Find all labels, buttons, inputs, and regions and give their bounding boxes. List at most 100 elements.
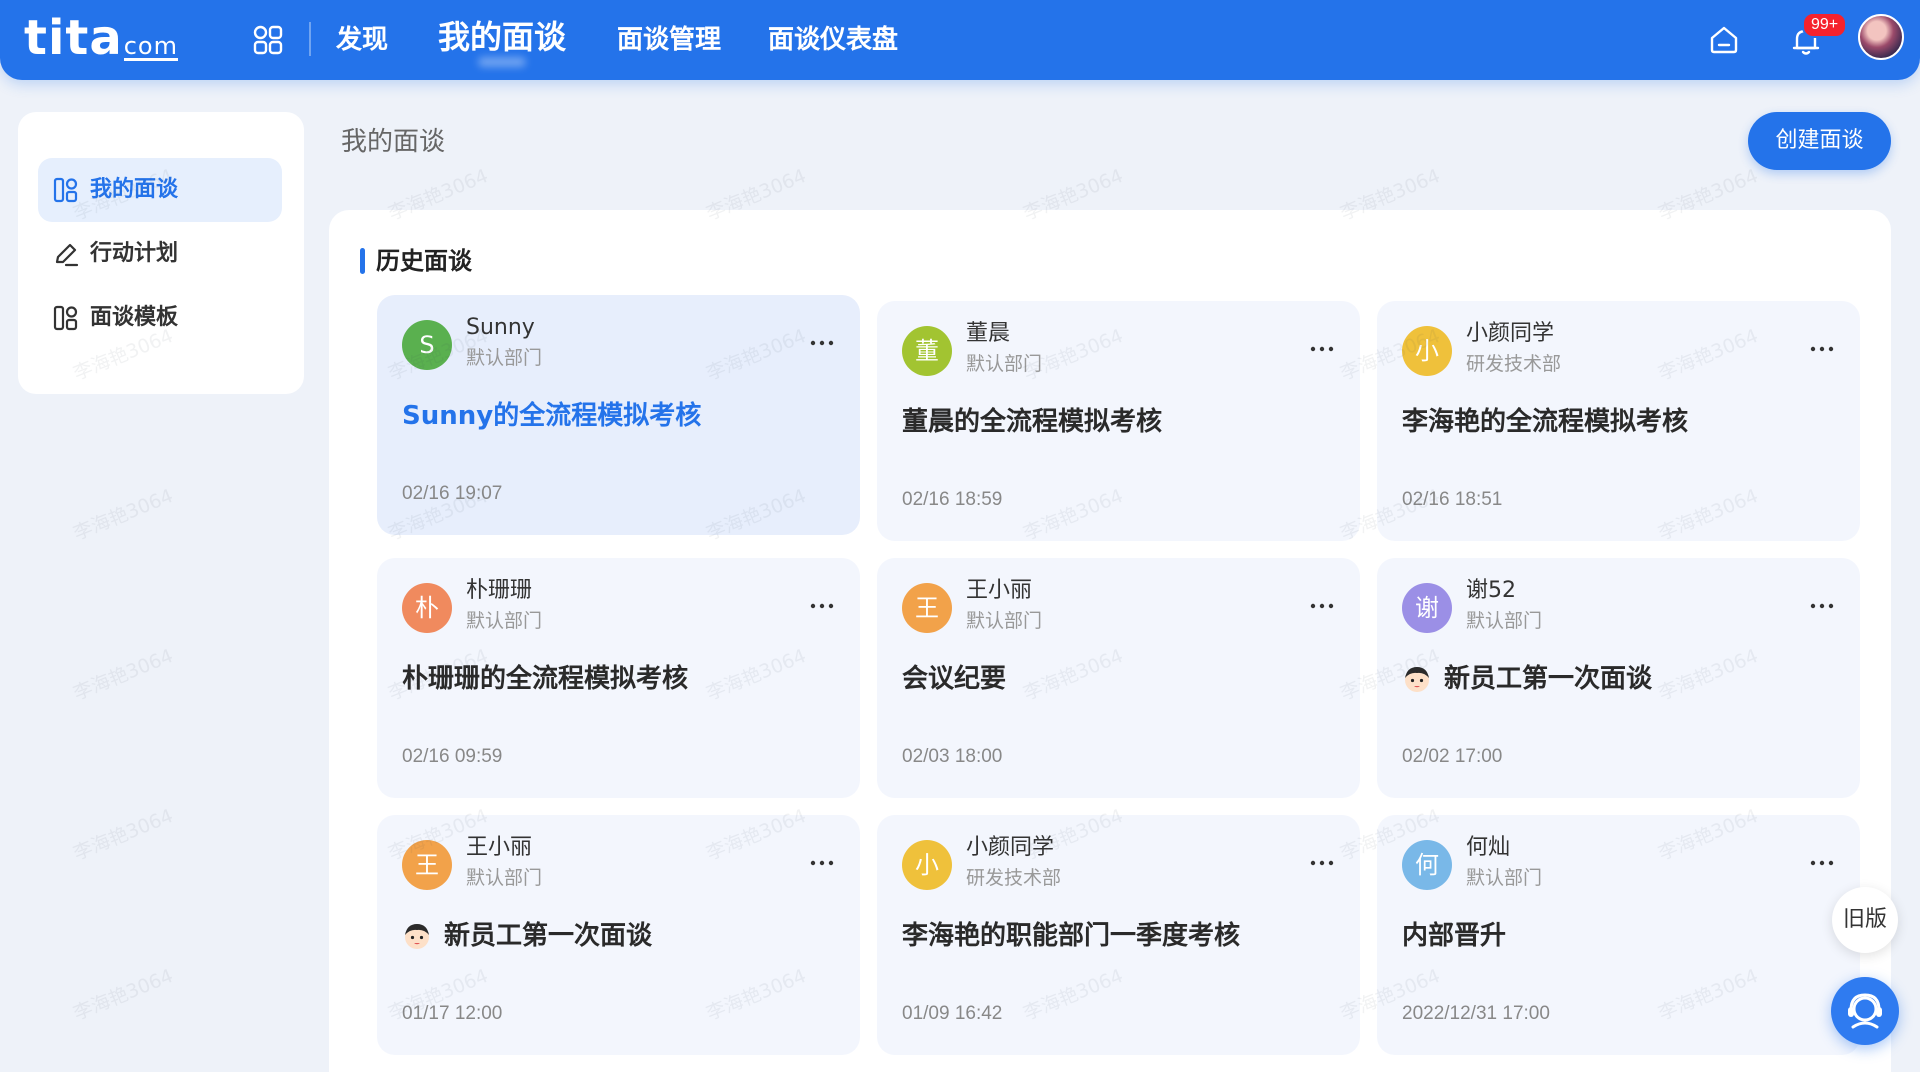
more-options-icon[interactable]	[807, 335, 837, 351]
interviewee-name: 王小丽	[466, 835, 533, 860]
old-version-button[interactable]: 旧版	[1832, 887, 1898, 953]
interview-time: 01/17 12:00	[402, 1003, 503, 1024]
pencil-icon	[55, 243, 79, 267]
watermark-text: 李海艳3064	[70, 804, 177, 865]
interviewee-name: 小颜同学	[966, 835, 1055, 860]
sidebar-item-label: 行动计划	[90, 241, 179, 266]
interview-time: 02/02 17:00	[1402, 746, 1503, 767]
interviewee-name: 何灿	[1466, 835, 1511, 860]
avatar: 董	[902, 326, 952, 376]
interview-title: 朴珊珊的全流程模拟考核	[402, 661, 688, 697]
watermark-text: 李海艳3064	[70, 484, 177, 545]
avatar: 小	[1402, 326, 1452, 376]
interview-card[interactable]: 谢 谢52 默认部门 新员工第一次面谈 02/02 17:00	[1377, 558, 1860, 798]
department: 默认部门	[966, 610, 1043, 632]
top-navigation-bar: titacom 发现 我的面谈 面谈管理 面谈仪表盘 99+	[0, 0, 1920, 80]
section-title: 历史面谈	[376, 247, 472, 275]
apps-grid-icon[interactable]	[252, 24, 284, 56]
new-employee-emoji-icon	[1405, 667, 1429, 692]
interview-card[interactable]: S Sunny 默认部门 Sunny的全流程模拟考核 02/16 19:07	[377, 295, 860, 535]
interviewee-name: 朴珊珊	[466, 578, 533, 603]
sidebar-item-action-plan[interactable]: 行动计划	[38, 222, 282, 286]
interview-title-text: 会议纪要	[902, 664, 1007, 694]
interview-title: 会议纪要	[902, 661, 1006, 697]
nav-discover[interactable]: 发现	[336, 20, 388, 60]
grid-icon	[53, 305, 78, 331]
more-options-icon[interactable]	[1307, 855, 1337, 871]
nav-interview-management[interactable]: 面谈管理	[617, 20, 721, 60]
watermark-text: 李海艳3064	[70, 964, 177, 1025]
interview-title: 李海艳的全流程模拟考核	[1402, 404, 1688, 440]
more-options-icon[interactable]	[1807, 855, 1837, 871]
more-options-icon[interactable]	[1807, 598, 1837, 614]
interview-title: 内部晋升	[1402, 918, 1506, 954]
interviewee-name: 小颜同学	[1466, 321, 1555, 346]
new-employee-emoji-icon	[405, 924, 429, 949]
sidebar-item-label: 我的面谈	[90, 177, 179, 202]
interview-time: 02/16 19:07	[402, 483, 503, 504]
nav-my-interviews[interactable]: 我的面谈	[438, 17, 566, 57]
interview-title-text: 李海艳的职能部门一季度考核	[902, 921, 1241, 951]
interview-title: Sunny的全流程模拟考核	[402, 398, 701, 434]
notification-count-badge: 99+	[1802, 12, 1848, 38]
nav-divider	[309, 22, 311, 56]
sidebar-item-interview-templates[interactable]: 面谈模板	[38, 286, 282, 350]
sidebar: 我的面谈 行动计划 面谈模板	[18, 112, 304, 394]
interview-card[interactable]: 董 董晨 默认部门 董晨的全流程模拟考核 02/16 18:59	[877, 301, 1360, 541]
interview-time: 02/16 09:59	[402, 746, 503, 767]
interview-card[interactable]: 王 王小丽 默认部门 新员工第一次面谈 01/17 12:00	[377, 815, 860, 1055]
avatar: S	[402, 320, 452, 370]
interview-time: 02/03 18:00	[902, 746, 1003, 767]
interview-title-text: 李海艳的全流程模拟考核	[1402, 407, 1689, 437]
more-options-icon[interactable]	[807, 855, 837, 871]
interview-time: 01/09 16:42	[902, 1003, 1003, 1024]
create-interview-button[interactable]: 创建面谈	[1748, 112, 1891, 170]
department: 默认部门	[466, 347, 543, 369]
interview-title-text: 朴珊珊的全流程模拟考核	[402, 664, 689, 694]
page-title: 我的面谈	[341, 127, 446, 157]
sidebar-item-my-interviews[interactable]: 我的面谈	[38, 158, 282, 222]
interview-title: 新员工第一次面谈	[402, 918, 652, 954]
interview-card[interactable]: 小 小颜同学 研发技术部 李海艳的全流程模拟考核 02/16 18:51	[1377, 301, 1860, 541]
section-accent-bar	[360, 248, 365, 274]
logo-main: tita	[24, 10, 123, 66]
customer-service-icon	[1848, 993, 1882, 1029]
interview-time: 2022/12/31 17:00	[1402, 1003, 1550, 1024]
interview-card[interactable]: 何 何灿 默认部门 内部晋升 2022/12/31 17:00	[1377, 815, 1860, 1055]
watermark-text: 李海艳3064	[70, 644, 177, 705]
interview-title: 新员工第一次面谈	[1402, 661, 1652, 697]
avatar: 谢	[1402, 583, 1452, 633]
interviewee-name: Sunny	[466, 315, 535, 340]
customer-service-button[interactable]	[1831, 977, 1899, 1045]
sidebar-item-label: 面谈模板	[90, 305, 179, 330]
tita-logo[interactable]: titacom	[24, 10, 178, 66]
logo-suffix: com	[123, 32, 178, 61]
interview-card[interactable]: 王 王小丽 默认部门 会议纪要 02/03 18:00	[877, 558, 1360, 798]
interview-card[interactable]: 小 小颜同学 研发技术部 李海艳的职能部门一季度考核 01/09 16:42	[877, 815, 1360, 1055]
interview-time: 02/16 18:51	[1402, 489, 1503, 510]
department: 默认部门	[466, 867, 543, 889]
interview-card[interactable]: 朴 朴珊珊 默认部门 朴珊珊的全流程模拟考核 02/16 09:59	[377, 558, 860, 798]
department: 研发技术部	[966, 867, 1062, 889]
avatar: 王	[402, 840, 452, 890]
department: 默认部门	[466, 610, 543, 632]
more-options-icon[interactable]	[1807, 341, 1837, 357]
more-options-icon[interactable]	[1307, 598, 1337, 614]
interview-time: 02/16 18:59	[902, 489, 1003, 510]
interviewee-name: 王小丽	[966, 578, 1033, 603]
interview-title-text: Sunny的全流程模拟考核	[402, 401, 702, 431]
nav-interview-dashboard[interactable]: 面谈仪表盘	[768, 20, 898, 60]
home-icon[interactable]	[1706, 22, 1742, 58]
avatar: 小	[902, 840, 952, 890]
grid-icon	[53, 177, 78, 203]
interview-title-text: 新员工第一次面谈	[444, 921, 653, 951]
more-options-icon[interactable]	[807, 598, 837, 614]
avatar: 王	[902, 583, 952, 633]
user-avatar[interactable]	[1858, 14, 1904, 60]
interviewee-name: 谢52	[1466, 578, 1516, 603]
more-options-icon[interactable]	[1307, 341, 1337, 357]
interview-title-text: 新员工第一次面谈	[1444, 664, 1653, 694]
department: 研发技术部	[1466, 353, 1562, 375]
interview-title-text: 内部晋升	[1402, 921, 1507, 951]
avatar: 朴	[402, 583, 452, 633]
